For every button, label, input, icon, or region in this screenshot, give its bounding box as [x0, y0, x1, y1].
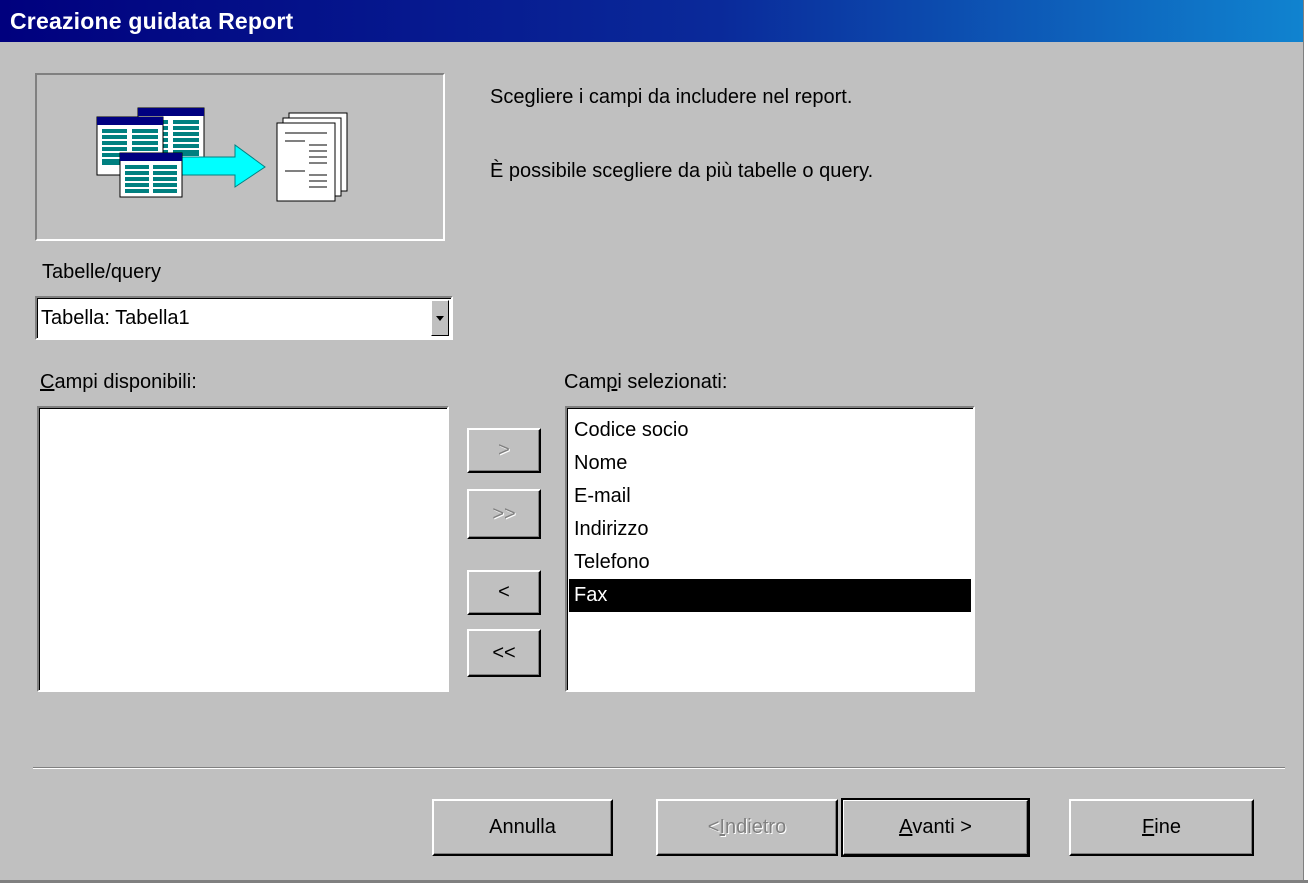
- list-item-selected[interactable]: Fax: [569, 579, 971, 612]
- list-item[interactable]: Telefono: [569, 546, 971, 579]
- instruction-text-secondary: È possibile scegliere da più tabelle o q…: [490, 160, 874, 182]
- next-button[interactable]: Avanti >: [841, 798, 1030, 857]
- list-item[interactable]: Codice socio: [569, 414, 971, 447]
- available-fields-label: Campi disponibili:: [40, 371, 197, 393]
- add-field-button[interactable]: >: [467, 428, 541, 473]
- add-all-fields-button[interactable]: >>: [467, 489, 541, 539]
- footer-divider: [33, 767, 1285, 769]
- window-title: Creazione guidata Report: [10, 8, 294, 34]
- instruction-text: Scegliere i campi da includere nel repor…: [490, 86, 853, 108]
- report-pages-icon: [276, 112, 348, 202]
- tables-queries-combobox[interactable]: Tabella: Tabella1: [35, 296, 453, 340]
- list-item[interactable]: Indirizzo: [569, 513, 971, 546]
- cancel-button[interactable]: Annulla: [432, 799, 613, 856]
- table-sheet-icon: [119, 152, 183, 198]
- back-button[interactable]: < Indietro: [656, 799, 838, 856]
- tables-to-report-icon: [96, 107, 348, 202]
- selected-fields-label: Campi selezionati:: [564, 371, 728, 393]
- tables-queries-label: Tabelle/query: [42, 261, 161, 283]
- finish-button[interactable]: Fine: [1069, 799, 1254, 856]
- selected-fields-list[interactable]: Codice socio Nome E-mail Indirizzo Telef…: [565, 406, 975, 692]
- chevron-down-icon: [436, 316, 444, 321]
- tables-queries-value: Tabella: Tabella1: [41, 307, 190, 329]
- remove-all-fields-button[interactable]: <<: [467, 629, 541, 677]
- title-bar[interactable]: Creazione guidata Report: [0, 0, 1308, 42]
- list-item[interactable]: Nome: [569, 447, 971, 480]
- dropdown-button[interactable]: [431, 300, 449, 336]
- list-item[interactable]: E-mail: [569, 480, 971, 513]
- remove-field-button[interactable]: <: [467, 570, 541, 615]
- wizard-illustration: [35, 73, 445, 241]
- available-fields-list[interactable]: [37, 406, 449, 692]
- window-frame-right: [1303, 0, 1308, 883]
